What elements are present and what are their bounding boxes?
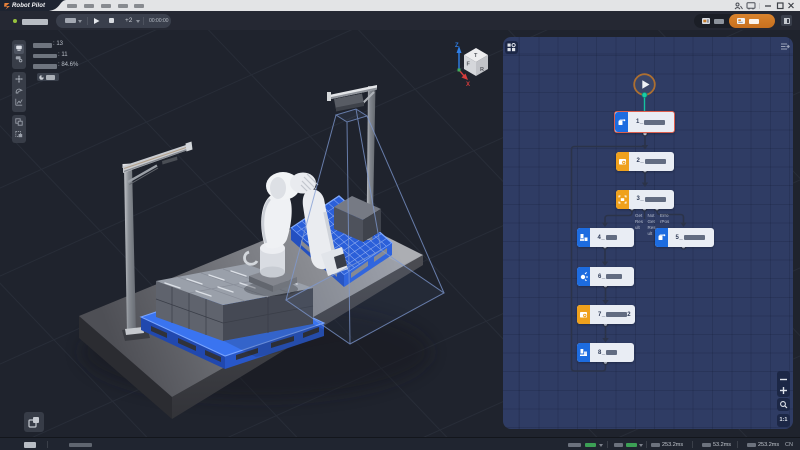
svg-text:Res: Res xyxy=(635,219,644,224)
svg-text:Not: Not xyxy=(648,213,656,218)
svg-text:Erro: Erro xyxy=(660,213,669,218)
svg-text:X: X xyxy=(466,82,470,88)
svg-text:Get: Get xyxy=(635,213,643,218)
svg-text:ult: ult xyxy=(635,225,641,230)
svg-text:rPos: rPos xyxy=(660,219,670,224)
svg-text:ult: ult xyxy=(648,231,654,236)
svg-text:R: R xyxy=(480,67,484,73)
svg-text:Get: Get xyxy=(648,219,656,224)
svg-text:Z: Z xyxy=(455,43,459,49)
